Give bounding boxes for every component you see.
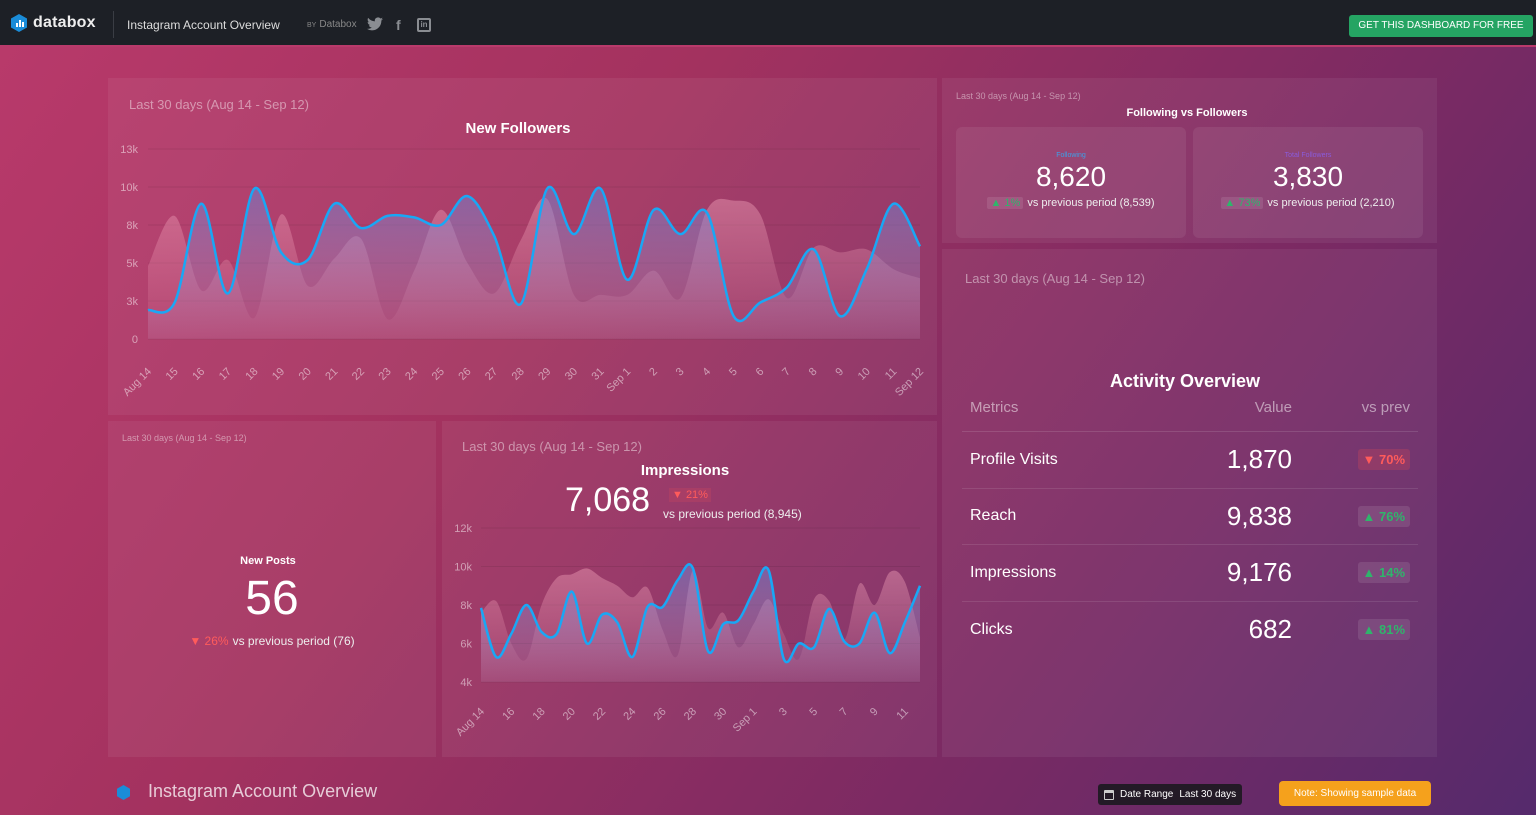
- date-range-selector[interactable]: Date Range Last 30 days: [1098, 784, 1243, 805]
- x-tick-label: 28: [682, 706, 699, 723]
- x-tick-label: 30: [712, 706, 729, 723]
- x-tick-label: Aug 14: [454, 706, 487, 739]
- x-tick-label: 16: [500, 706, 517, 723]
- x-tick-label: 26: [652, 706, 669, 723]
- y-tick-label: 4k: [460, 677, 472, 689]
- y-tick-label: 10k: [454, 562, 472, 574]
- x-tick-label: 5: [807, 706, 820, 719]
- calendar-icon: [1104, 789, 1114, 800]
- footer-title: Instagram Account Overview: [148, 781, 378, 801]
- date-range-value: Last 30 days: [1179, 789, 1237, 800]
- x-tick-label: 18: [531, 706, 548, 723]
- date-range-label: Date Range: [1120, 789, 1174, 800]
- y-tick-label: 8k: [460, 600, 472, 612]
- y-tick-label: 12k: [454, 523, 472, 535]
- x-tick-label: 7: [838, 706, 851, 719]
- x-tick-label: Sep 1: [731, 706, 760, 735]
- y-tick-label: 6k: [460, 639, 472, 651]
- x-tick-label: 20: [561, 706, 578, 723]
- impressions-chart: 4k 6k 8k 10k 12k Aug 14 16 18 20 22 24 26 28 30 Sep 1 3…: [454, 523, 922, 739]
- sample-data-note: Note: Showing sample data: [1279, 781, 1431, 806]
- x-tick-label: 11: [894, 706, 911, 723]
- x-tick-label: 9: [868, 706, 881, 719]
- x-tick-label: 24: [621, 706, 638, 723]
- x-tick-label: 3: [777, 706, 790, 719]
- x-tick-label: 22: [591, 706, 608, 723]
